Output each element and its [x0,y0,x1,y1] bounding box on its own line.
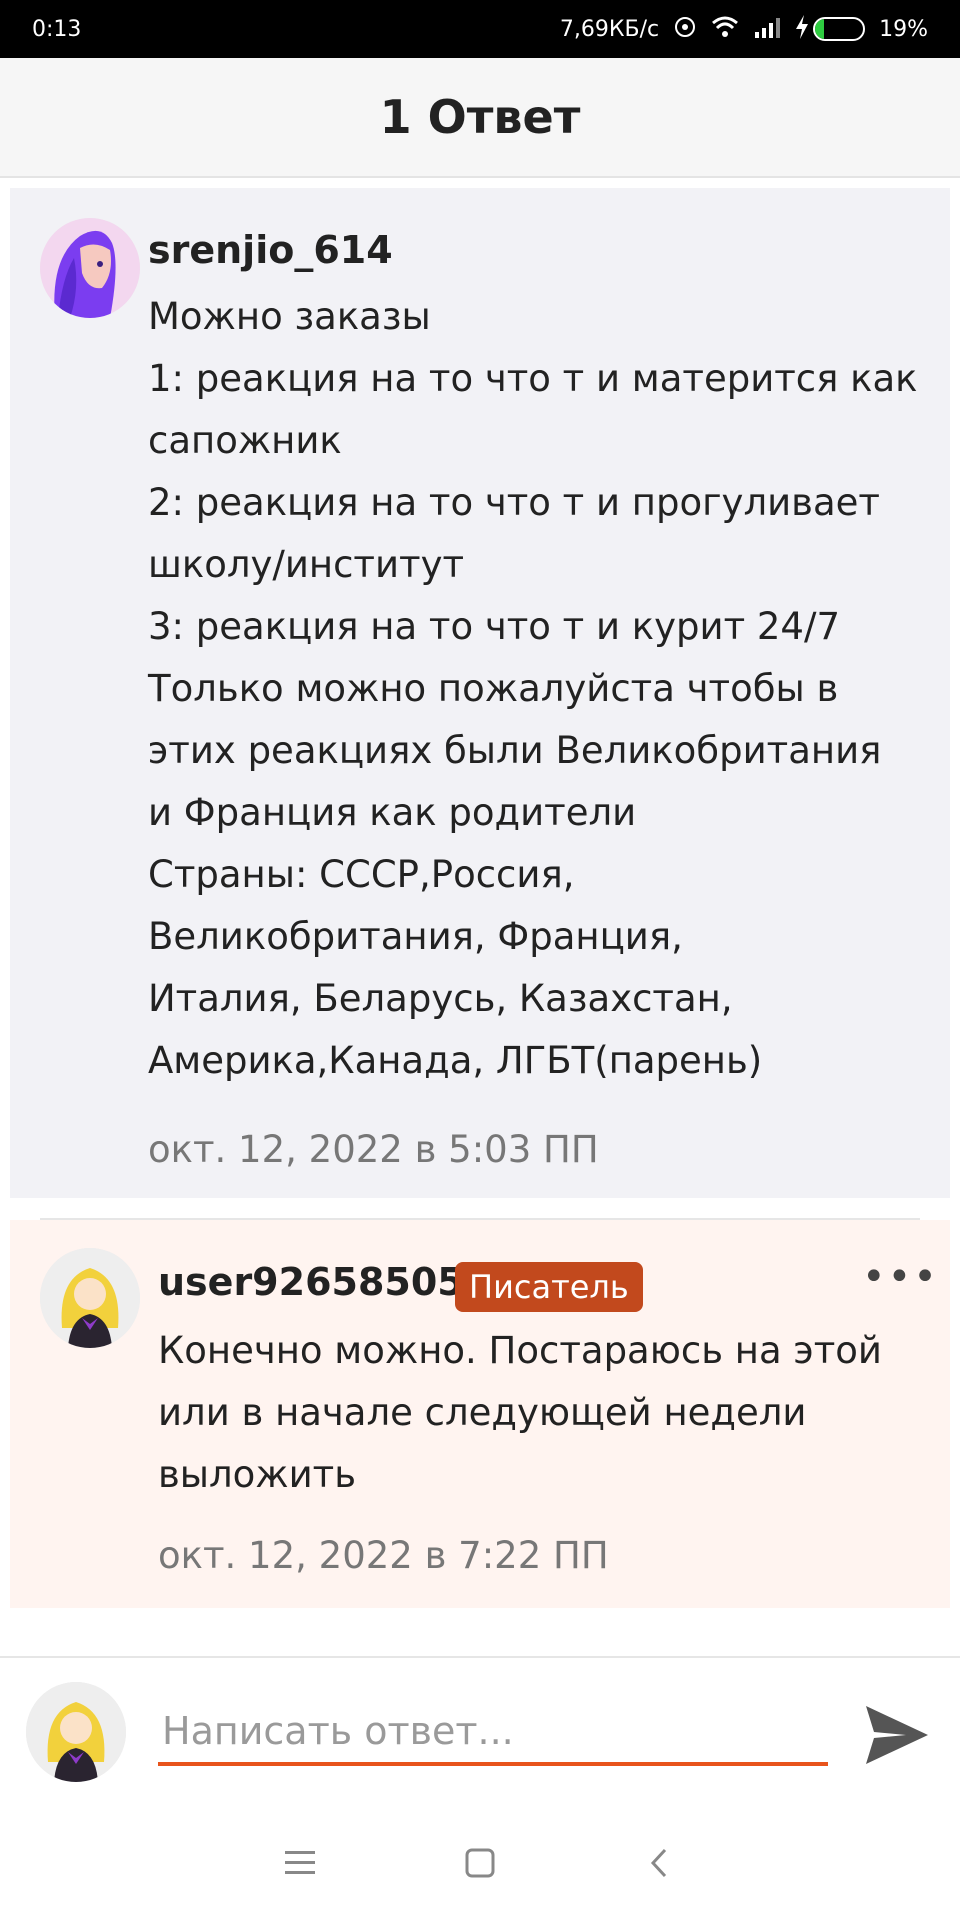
status-bar: 0:13 7,69КБ/с 19% [0,0,960,58]
avatar[interactable] [40,218,140,318]
status-icons: 7,69КБ/с 19% [559,14,928,44]
comment-text: Можно заказы 1: реакция на то что т и ма… [148,295,918,1082]
network-speed: 7,69КБ/с [559,16,660,42]
comment-text: Конечно можно. Постараюсь на этой или в … [158,1329,882,1496]
current-user-avatar [26,1682,126,1782]
reply-input[interactable] [158,1700,828,1766]
writer-badge: Писатель [455,1262,643,1312]
avatar-image [26,1682,126,1782]
status-time: 0:13 [32,16,82,42]
avatar[interactable] [40,1248,140,1348]
comment-timestamp: окт. 12, 2022 в 7:22 ПП [158,1534,609,1577]
more-options-button[interactable]: ••• [862,1254,939,1300]
battery-percent: 19% [879,16,928,42]
cast-icon [673,15,697,44]
avatar-image [40,1248,140,1348]
avatar-image [40,218,140,318]
reply-bar [0,1656,960,1806]
battery-level-fill [815,19,825,39]
page-header: 1 Ответ [0,58,960,178]
home-icon[interactable] [455,1838,505,1888]
signal-icon [753,16,781,43]
back-icon[interactable] [635,1838,685,1888]
wifi-icon [711,16,739,43]
system-nav-bar [0,1806,960,1920]
page-title: 1 Ответ [379,90,581,144]
battery-indicator [795,14,866,44]
send-icon[interactable] [862,1700,932,1770]
comment-timestamp: окт. 12, 2022 в 5:03 ПП [148,1128,599,1171]
reply-comment: user92658505 Писатель ••• Конечно можно.… [10,1220,950,1608]
comment-author[interactable]: srenjio_614 [148,228,393,272]
battery-icon [813,17,866,41]
parent-comment: srenjio_614 Можно заказы 1: реакция на т… [10,188,950,1198]
menu-icon[interactable] [275,1838,325,1888]
comment-author[interactable]: user92658505 [158,1260,464,1304]
charging-icon [795,14,809,44]
